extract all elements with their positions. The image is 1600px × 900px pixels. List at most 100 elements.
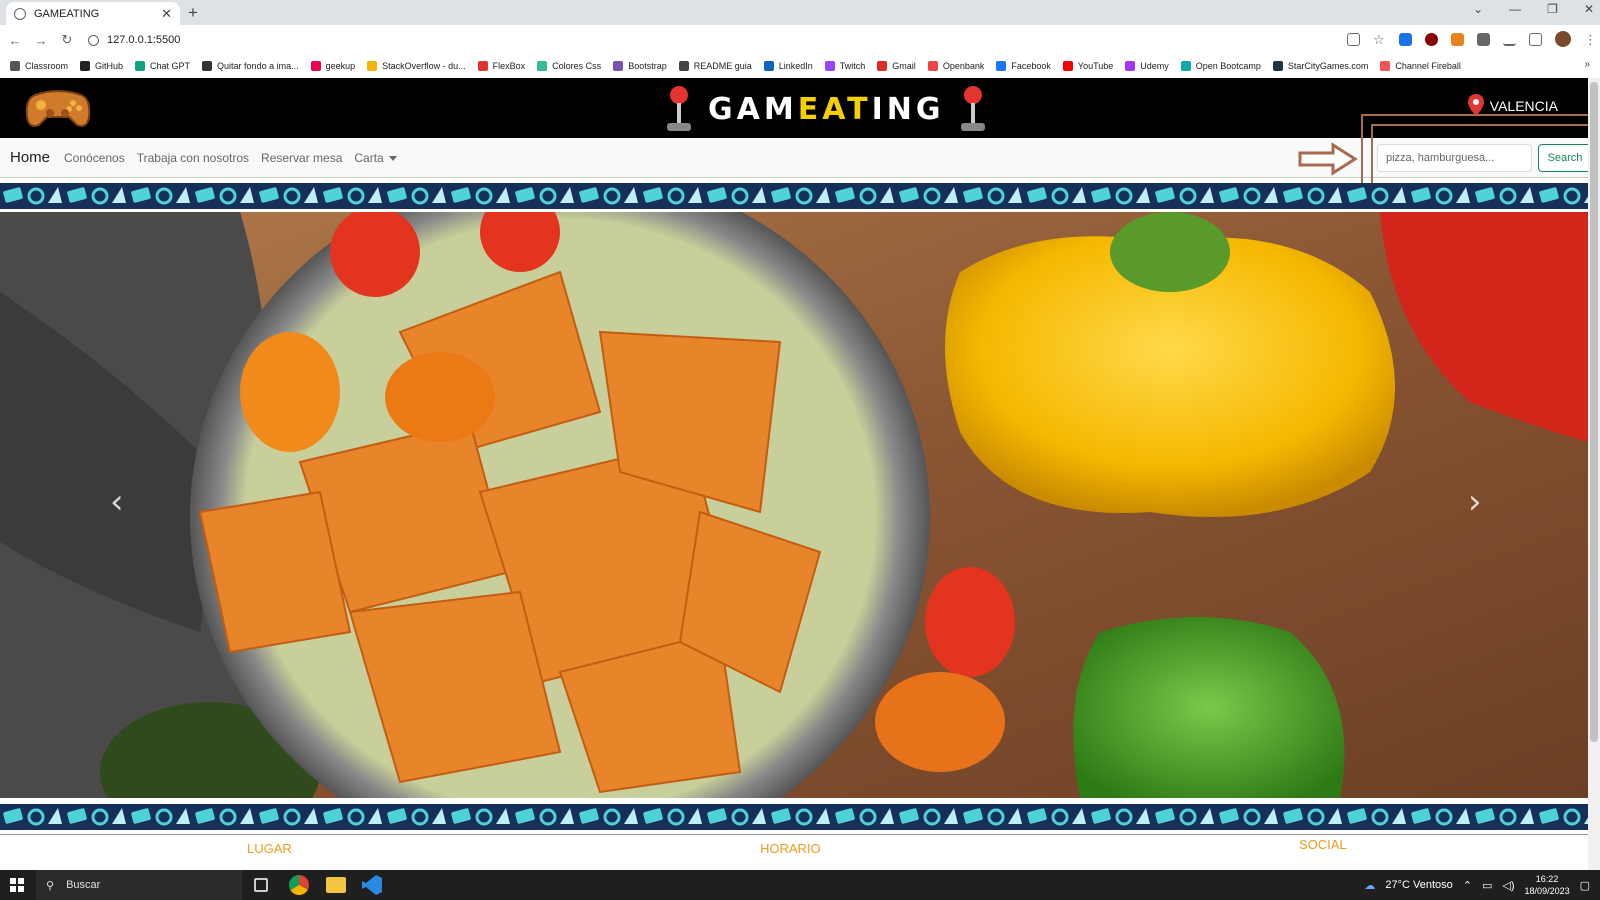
volume-icon[interactable]: ◁)	[1502, 879, 1514, 892]
vscode-icon[interactable]	[362, 875, 382, 895]
bookmark-label: Gmail	[892, 61, 916, 71]
close-window-icon[interactable]: ✕	[1584, 2, 1594, 16]
new-tab-button[interactable]: +	[188, 3, 198, 23]
carousel-prev-button[interactable]: ‹	[110, 482, 124, 522]
bookmark-item[interactable]: README guia	[678, 61, 752, 71]
pattern-band-bottom	[0, 804, 1588, 830]
nav-dropdown-carta[interactable]: Carta	[354, 151, 397, 165]
clock[interactable]: 16:22 18/09/2023	[1525, 873, 1570, 897]
bookmark-item[interactable]: Gmail	[877, 61, 916, 71]
bookmark-label: Bootstrap	[628, 61, 667, 71]
windows-start-icon[interactable]	[10, 878, 24, 892]
main-navbar: Home Conócenos Trabaja con nosotros Rese…	[0, 138, 1588, 178]
site-logo[interactable]: GAMEATING	[664, 84, 988, 134]
bookmark-item[interactable]: GitHub	[80, 61, 123, 71]
address-bar[interactable]: 127.0.0.1:5500	[88, 34, 180, 46]
nav-link-conocenos[interactable]: Conócenos	[64, 151, 125, 165]
bookmark-favicon-icon	[1180, 61, 1191, 71]
weather-text[interactable]: 27°C Ventoso	[1385, 879, 1452, 891]
bookmark-label: FlexBox	[492, 61, 526, 71]
bookmark-item[interactable]: LinkedIn	[763, 61, 813, 71]
download-icon[interactable]	[1503, 33, 1516, 46]
page-scrollbar[interactable]	[1588, 78, 1600, 870]
bookmark-label: GitHub	[95, 61, 124, 71]
share-icon[interactable]	[1347, 32, 1360, 46]
window-controls: ⌄ — ❐ ✕	[1473, 2, 1594, 16]
back-icon[interactable]: ←	[4, 33, 26, 48]
bookmark-item[interactable]: Colores Css	[537, 61, 601, 71]
bookmark-item[interactable]: FlexBox	[477, 61, 526, 71]
taskbar-search[interactable]: ⚲ Buscar	[36, 870, 242, 900]
chrome-icon[interactable]	[289, 875, 309, 895]
clock-date: 18/09/2023	[1524, 886, 1570, 896]
puzzle-icon[interactable]	[1477, 32, 1490, 46]
file-explorer-icon[interactable]	[326, 877, 346, 893]
caret-down-icon	[388, 155, 397, 161]
nav-link-reservar[interactable]: Reservar mesa	[261, 151, 342, 165]
carousel-next-button[interactable]: ›	[1468, 482, 1482, 522]
bookmark-label: Udemy	[1140, 61, 1169, 71]
nav-link-trabaja[interactable]: Trabaja con nosotros	[137, 151, 249, 165]
bookmark-item[interactable]: geekup	[310, 61, 355, 71]
ublock-icon[interactable]	[1425, 32, 1438, 46]
site-info-icon[interactable]	[88, 34, 99, 46]
food-photo	[0, 212, 1588, 798]
bookmark-item[interactable]: Open Bootcamp	[1180, 61, 1261, 71]
bookmark-item[interactable]: YouTube	[1062, 61, 1113, 71]
bookmark-favicon-icon	[613, 61, 624, 71]
bookmarks-bar: Classroom GitHub Chat GPT Quitar fondo a im…	[0, 55, 1600, 77]
bookmark-item[interactable]: Bootstrap	[613, 61, 667, 71]
footer-heading-horario: HORARIO	[760, 841, 821, 856]
site-footer: LUGAR HORARIO SOCIAL	[0, 834, 1588, 870]
notifications-icon[interactable]: ▢	[1580, 879, 1590, 892]
bookmark-item[interactable]: Openbank	[927, 61, 984, 71]
star-icon[interactable]: ☆	[1373, 33, 1386, 46]
bookmark-item[interactable]: Classroom	[10, 61, 68, 71]
network-icon[interactable]: ▭	[1482, 879, 1492, 892]
tab-title: GAMEATING	[34, 7, 100, 20]
browser-tab[interactable]: GAMEATING ✕	[6, 2, 180, 25]
scrollbar-thumb[interactable]	[1590, 82, 1598, 742]
restore-icon[interactable]: ❐	[1547, 2, 1558, 16]
bookmark-favicon-icon	[477, 61, 488, 71]
bookmark-favicon-icon	[80, 61, 91, 71]
bookmark-item[interactable]: StackOverflow - du...	[367, 61, 466, 71]
nav-home-link[interactable]: Home	[10, 149, 50, 166]
extension-icon[interactable]	[1399, 32, 1412, 46]
task-view-icon[interactable]	[254, 878, 268, 892]
footer-heading-lugar: LUGAR	[247, 841, 292, 856]
gamepad-logo-icon[interactable]	[25, 87, 91, 129]
profile-avatar[interactable]	[1555, 31, 1571, 47]
bookmark-item[interactable]: Channel Fireball	[1380, 61, 1461, 71]
menu-icon[interactable]: ⋮	[1584, 33, 1597, 46]
bookmark-item[interactable]: Quitar fondo a ima...	[202, 61, 299, 71]
reload-icon[interactable]: ↻	[56, 32, 78, 48]
brand-name: GAMEATING	[708, 91, 945, 127]
bookmark-item[interactable]: StarCityGames.com	[1272, 61, 1369, 71]
sidepanel-icon[interactable]	[1529, 32, 1542, 46]
tab-search-icon[interactable]: ⌄	[1473, 2, 1483, 16]
bookmark-favicon-icon	[1272, 61, 1283, 71]
bookmark-item[interactable]: Udemy	[1125, 61, 1169, 71]
footer-heading-social: SOCIAL	[1299, 837, 1347, 852]
location-label: VALENCIA	[1489, 98, 1558, 114]
minimize-icon[interactable]: —	[1509, 2, 1521, 16]
chevron-up-icon[interactable]: ⌃	[1463, 879, 1472, 892]
gaming-pattern	[3, 187, 1588, 205]
arrow-right-icon	[1298, 142, 1358, 176]
bookmark-label: Chat GPT	[150, 61, 191, 71]
bookmark-label: StarCityGames.com	[1287, 61, 1369, 71]
bookmark-item[interactable]: Twitch	[824, 61, 865, 71]
bookmark-item[interactable]: Chat GPT	[135, 61, 190, 71]
close-tab-icon[interactable]: ✕	[161, 6, 172, 22]
joystick-icon	[961, 86, 986, 131]
metamask-icon[interactable]	[1451, 32, 1464, 46]
more-bookmarks-icon[interactable]: »	[1584, 59, 1590, 70]
bookmark-item[interactable]: Facebook	[996, 61, 1051, 71]
forward-icon[interactable]: →	[30, 33, 52, 48]
browser-toolbar-icons: ☆ ⋮	[1347, 31, 1597, 47]
highlight-frame-inner	[1371, 124, 1588, 186]
bookmark-favicon-icon	[135, 61, 146, 71]
bookmark-favicon-icon	[537, 61, 548, 71]
bookmark-label: README guia	[693, 61, 752, 71]
